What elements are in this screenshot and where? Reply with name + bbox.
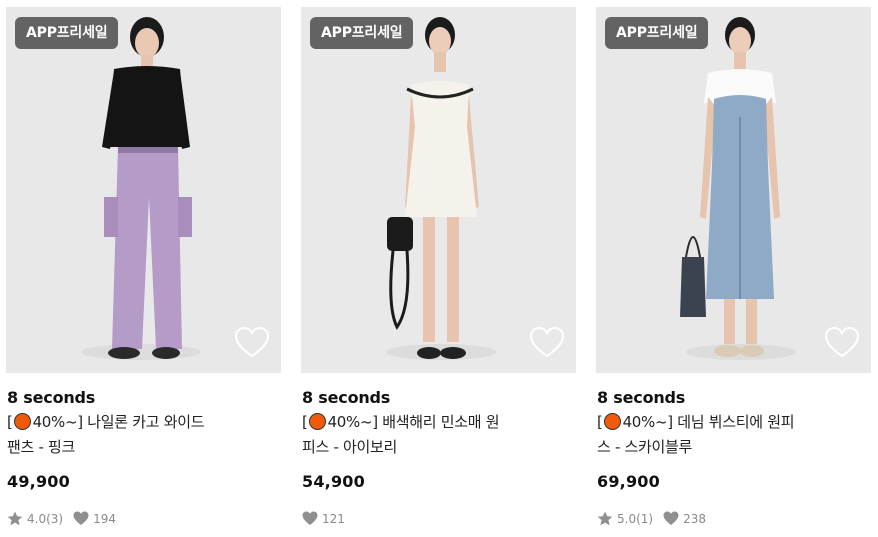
rating-group: 4.0(3) — [7, 511, 63, 526]
title-text-line2: 팬츠 - 핑크 — [7, 438, 76, 456]
product-title[interactable]: [40%~] 배색해리 민소매 원피스 - 아이보리 — [302, 410, 542, 460]
title-text: 40%~] 배색해리 민소매 원 — [327, 413, 500, 431]
orange-dot-icon — [308, 413, 326, 430]
model-photo — [596, 7, 871, 373]
title-bracket: [ — [7, 413, 13, 431]
product-meta: 4.0(3) 194 — [7, 511, 126, 526]
brand-name[interactable]: 8 seconds — [7, 388, 95, 407]
likes-group: 238 — [663, 511, 706, 526]
title-text: 40%~] 나일론 카고 와이드 — [32, 413, 205, 431]
title-bracket: [ — [597, 413, 603, 431]
heart-filled-icon — [302, 511, 318, 525]
likes-count: 238 — [683, 511, 706, 526]
title-text: 40%~] 데님 뷔스티에 원피 — [622, 413, 795, 431]
heart-outline-icon[interactable] — [530, 327, 564, 359]
product-image[interactable]: APP프리세일 — [6, 7, 281, 373]
title-bracket: [ — [302, 413, 308, 431]
rating-value: 5.0(1) — [617, 511, 654, 526]
heart-outline-icon[interactable] — [825, 327, 859, 359]
presale-badge: APP프리세일 — [15, 17, 119, 49]
title-text-line2: 피스 - 아이보리 — [302, 438, 398, 456]
star-icon — [597, 511, 613, 526]
orange-dot-icon — [603, 413, 621, 430]
product-card[interactable]: APP프리세일 8 seconds [40%~] 나일론 카고 와이드팬츠 - … — [6, 7, 282, 535]
product-meta: 121 — [302, 511, 355, 526]
heart-filled-icon — [73, 511, 89, 525]
product-title[interactable]: [40%~] 나일론 카고 와이드팬츠 - 핑크 — [7, 410, 247, 460]
presale-badge: APP프리세일 — [605, 17, 709, 49]
likes-count: 121 — [322, 511, 345, 526]
heart-filled-icon — [663, 511, 679, 525]
product-meta: 5.0(1) 238 — [597, 511, 716, 526]
likes-group: 194 — [73, 511, 116, 526]
orange-dot-icon — [13, 413, 31, 430]
likes-group: 121 — [302, 511, 345, 526]
product-card[interactable]: APP프리세일 8 seconds [40%~] 배색해리 민소매 원피스 - … — [301, 7, 577, 535]
heart-outline-icon[interactable] — [235, 327, 269, 359]
product-grid: APP프리세일 8 seconds [40%~] 나일론 카고 와이드팬츠 - … — [0, 0, 878, 537]
product-price: 49,900 — [7, 472, 70, 491]
product-card[interactable]: APP프리세일 8 seconds [40%~] 데님 뷔스티에 원피스 - 스… — [596, 7, 872, 535]
model-photo — [6, 7, 281, 373]
product-image[interactable]: APP프리세일 — [301, 7, 576, 373]
product-title[interactable]: [40%~] 데님 뷔스티에 원피스 - 스카이블루 — [597, 410, 837, 460]
likes-count: 194 — [93, 511, 116, 526]
brand-name[interactable]: 8 seconds — [302, 388, 390, 407]
presale-badge: APP프리세일 — [310, 17, 414, 49]
rating-value: 4.0(3) — [27, 511, 64, 526]
product-price: 69,900 — [597, 472, 660, 491]
brand-name[interactable]: 8 seconds — [597, 388, 685, 407]
model-photo — [301, 7, 576, 373]
product-price: 54,900 — [302, 472, 365, 491]
star-icon — [7, 511, 23, 526]
title-text-line2: 스 - 스카이블루 — [597, 438, 693, 456]
product-image[interactable]: APP프리세일 — [596, 7, 871, 373]
rating-group: 5.0(1) — [597, 511, 653, 526]
